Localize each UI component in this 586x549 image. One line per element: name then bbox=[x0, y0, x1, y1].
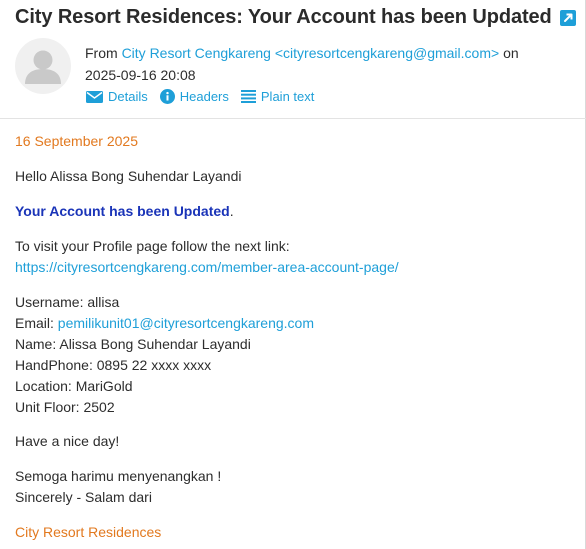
subject-row: City Resort Residences: Your Account has… bbox=[15, 6, 576, 29]
account-details: Username: allisa Email: pemilikunit01@ci… bbox=[15, 292, 314, 418]
plain-text-button[interactable]: Plain text bbox=[240, 89, 315, 104]
profile-link[interactable]: https://cityresortcengkareng.com/member-… bbox=[15, 259, 399, 275]
username-line: Username: allisa bbox=[15, 294, 120, 310]
from-suffix: on bbox=[503, 45, 519, 61]
lines-icon bbox=[240, 90, 256, 103]
handphone-line: HandPhone: 0895 22 xxxx xxxx bbox=[15, 357, 212, 373]
avatar bbox=[15, 38, 71, 94]
email-subject: City Resort Residences: Your Account has… bbox=[15, 6, 552, 28]
semoga-line: Semoga harimu menyenangkan ! bbox=[15, 468, 222, 484]
details-button[interactable]: Details bbox=[86, 89, 148, 104]
sender-link[interactable]: City Resort Cengkareng <cityresortcengka… bbox=[122, 45, 500, 61]
header-divider bbox=[0, 118, 586, 119]
closing-block: Semoga harimu menyenangkan ! Sincerely -… bbox=[15, 466, 221, 508]
email-link[interactable]: pemilikunit01@cityresortcengkareng.com bbox=[58, 315, 314, 331]
visit-text: To visit your Profile page follow the ne… bbox=[15, 238, 290, 254]
greeting: Hello Alissa Bong Suhendar Layandi bbox=[15, 168, 242, 184]
header-actions: Details Headers Plain text bbox=[86, 89, 326, 104]
date-time: 2025-09-16 20:08 bbox=[85, 67, 196, 83]
unit-floor-line: Unit Floor: 2502 bbox=[15, 399, 115, 415]
visit-block: To visit your Profile page follow the ne… bbox=[15, 236, 399, 278]
info-icon bbox=[159, 89, 175, 104]
message-date: 16 September 2025 bbox=[15, 133, 138, 149]
external-link-icon[interactable] bbox=[559, 9, 576, 26]
headers-label: Headers bbox=[179, 89, 229, 104]
email-label: Email: bbox=[15, 315, 54, 331]
email-line: Email: pemilikunit01@cityresortcengkaren… bbox=[15, 313, 314, 334]
nice-day: Have a nice day! bbox=[15, 433, 120, 449]
headline-period: . bbox=[229, 203, 234, 219]
headline-text: Your Account has been Updated bbox=[15, 203, 230, 219]
sincerely-line: Sincerely - Salam dari bbox=[15, 489, 152, 505]
signature: City Resort Residences bbox=[15, 524, 162, 540]
location-line: Location: MariGold bbox=[15, 378, 133, 394]
envelope-icon bbox=[86, 90, 103, 103]
details-label: Details bbox=[108, 89, 148, 104]
headline: Your Account has been Updated. bbox=[15, 201, 234, 222]
from-line: From City Resort Cengkareng <cityresortc… bbox=[85, 42, 525, 86]
user-avatar-icon bbox=[25, 50, 61, 84]
headers-button[interactable]: Headers bbox=[159, 89, 229, 104]
name-line: Name: Alissa Bong Suhendar Layandi bbox=[15, 336, 251, 352]
from-prefix: From bbox=[85, 45, 118, 61]
plain-text-label: Plain text bbox=[260, 89, 315, 104]
